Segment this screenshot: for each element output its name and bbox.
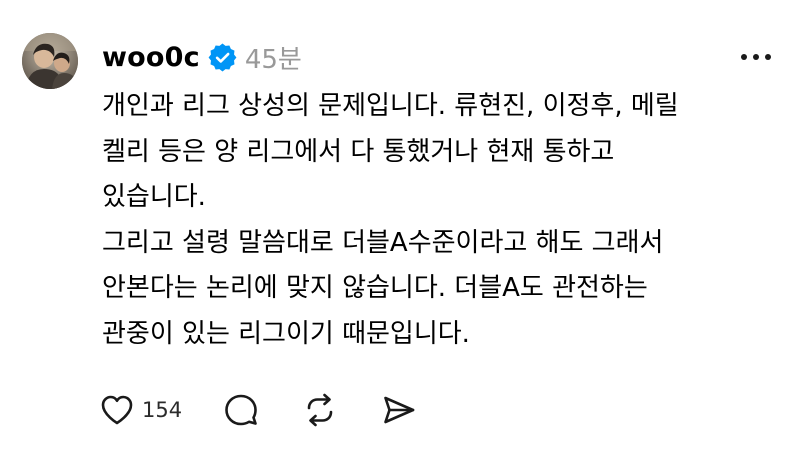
post-timestamp: 45분 [244,44,302,75]
more-options-button[interactable] [738,44,774,70]
avatar[interactable] [22,33,78,89]
repost-button[interactable] [302,393,338,427]
heart-icon [101,395,133,425]
verified-badge-icon [208,43,237,72]
thread-post: woo0c 45분 개인과 리그 상성의 문제입니다. 류현진, 이정후, 메릴… [0,0,800,455]
repost-icon [307,393,333,427]
like-count: 154 [142,398,183,422]
comment-button[interactable] [224,393,258,427]
like-button[interactable]: 154 [100,394,182,426]
more-options-icon [741,54,771,60]
username[interactable]: woo0c [102,42,200,73]
post-text-line: 안본다는 논리에 맞지 않습니다. 더블A도 관전하는 [102,273,648,303]
post-text-line: 켈리 등은 양 리그에서 다 통했거나 현재 통하고 [102,136,615,167]
post-text-line: 관중이 있는 리그이기 때문입니다. [102,318,470,349]
post-text-line: 개인과 리그 상성의 문제입니다. 류현진, 이정후, 메릴 [102,91,679,121]
post-text-line: 그리고 설령 말씀대로 더블A수준이라고 해도 그래서 [102,227,664,258]
share-button[interactable] [382,394,416,426]
post-text-line: 있습니다. [102,182,206,212]
post-header: woo0c 45분 [102,36,302,78]
post-actions: 154 [100,388,416,432]
share-icon [384,396,415,424]
comment-icon [225,394,257,426]
post-body: 개인과 리그 상성의 문제입니다. 류현진, 이정후, 메릴 켈리 등은 양 리… [102,84,792,357]
avatar-photo [22,33,78,89]
